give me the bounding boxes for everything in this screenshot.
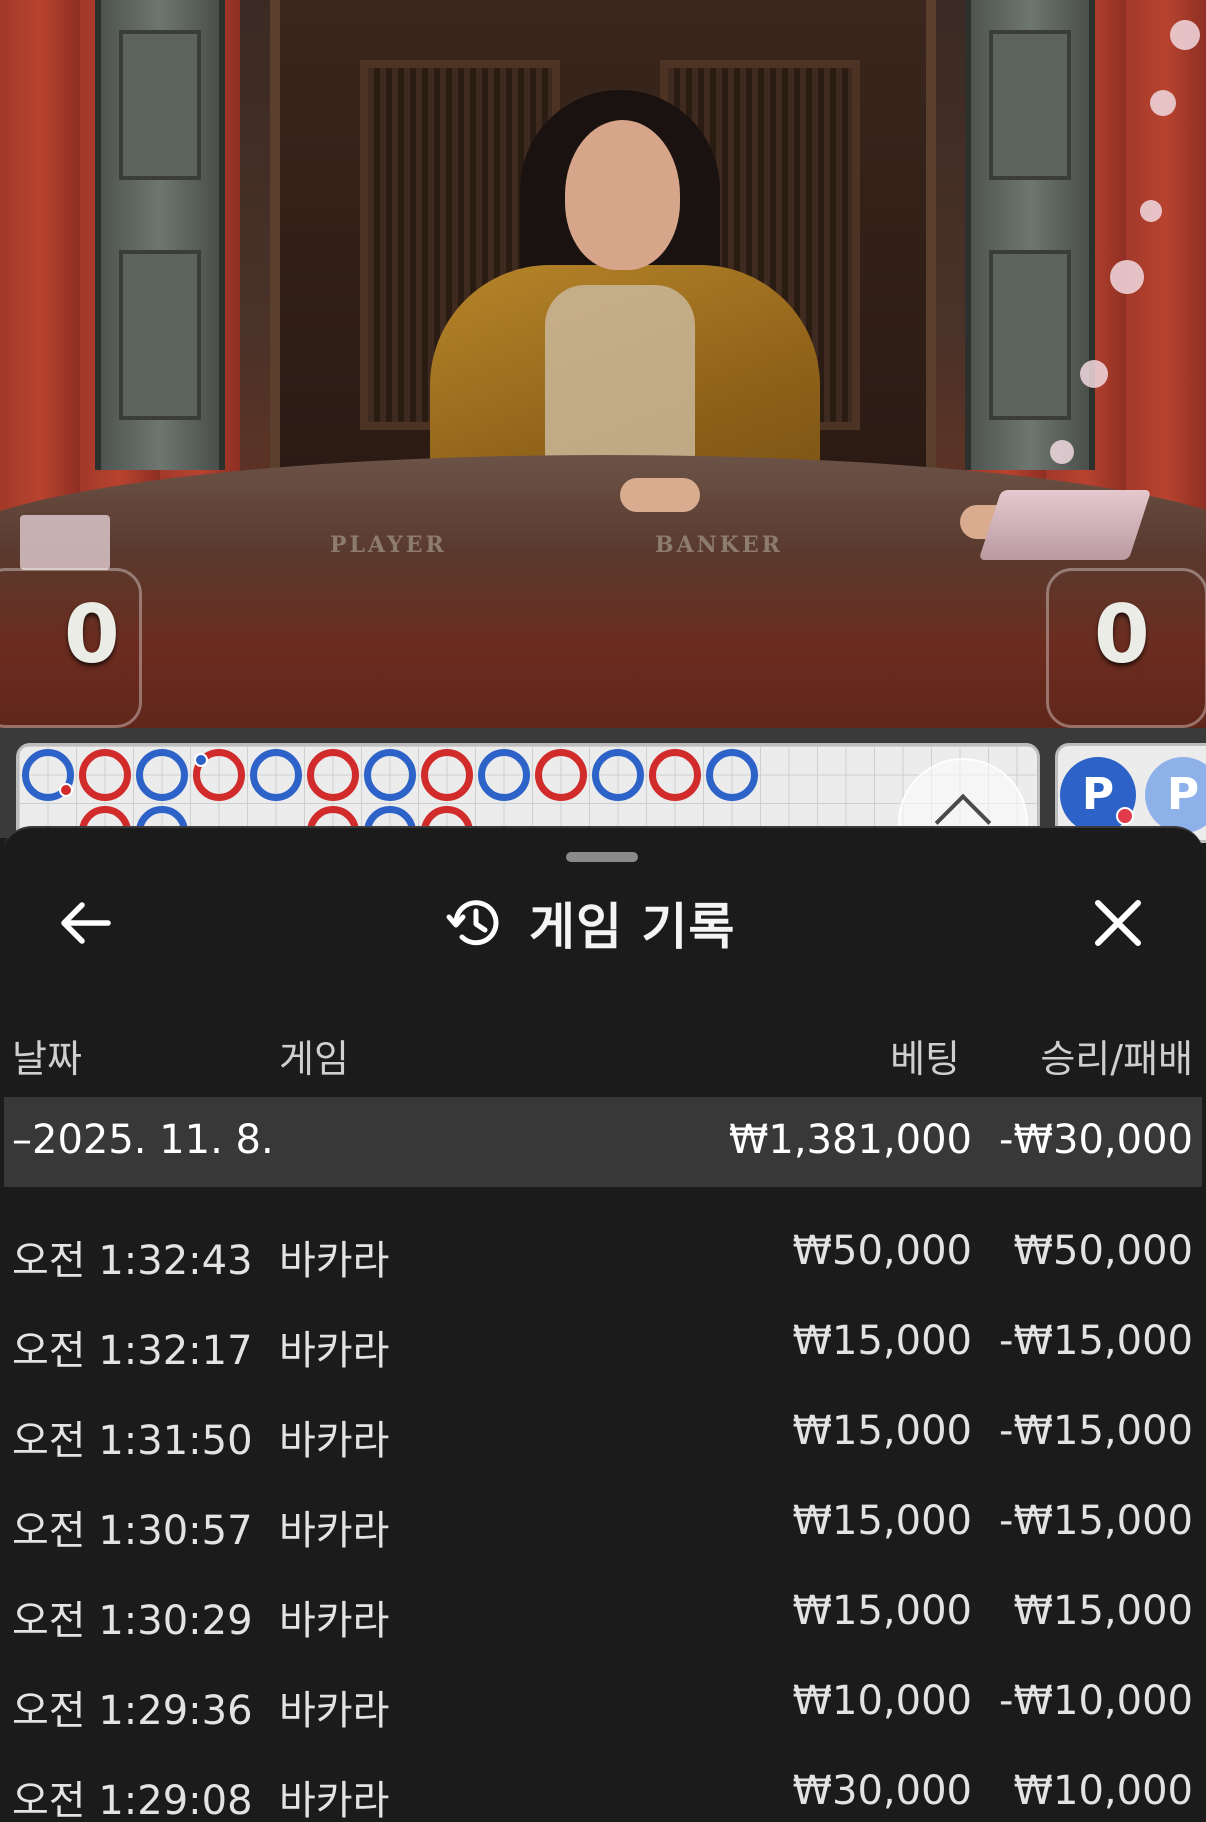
pair-dot — [59, 783, 73, 797]
table-row[interactable]: 오전 1:31:50 바카라 ₩15,000 -₩15,000 — [4, 1396, 1202, 1476]
row-bet: ₩15,000 — [792, 1588, 972, 1634]
sheet-header: 게임 기록 — [445, 888, 735, 958]
player-zone-label: PLAYER — [330, 532, 447, 558]
row-game: 바카라 — [279, 1778, 390, 1822]
row-bet: ₩10,000 — [792, 1678, 972, 1724]
row-game: 바카라 — [279, 1508, 390, 1554]
prediction-bead[interactable]: P — [1060, 757, 1136, 833]
table-row[interactable]: 오전 1:29:08 바카라 ₩30,000 ₩10,000 — [4, 1756, 1202, 1822]
player-bead — [307, 749, 359, 801]
table-row[interactable]: 오전 1:30:57 바카라 ₩15,000 -₩15,000 — [4, 1486, 1202, 1566]
banker-bead — [592, 749, 644, 801]
banker-bead — [250, 749, 302, 801]
prediction-dot — [1116, 807, 1134, 825]
row-bet: ₩15,000 — [792, 1498, 972, 1544]
row-game: 바카라 — [279, 1238, 390, 1284]
row-result: -₩10,000 — [999, 1678, 1193, 1724]
row-result: ₩10,000 — [1013, 1768, 1193, 1814]
banker-zone-label: BANKER — [655, 532, 783, 558]
player-bead — [649, 749, 701, 801]
banker-bead — [22, 749, 74, 801]
live-video: PLAYER BANKER 0 0 — [0, 0, 1206, 730]
row-time: 오전 1:31:50 — [12, 1418, 253, 1464]
row-bet: ₩15,000 — [792, 1408, 972, 1454]
banker-bead — [478, 749, 530, 801]
table-row[interactable]: 오전 1:32:43 바카라 ₩50,000 ₩50,000 — [4, 1216, 1202, 1296]
date-group-row[interactable]: –2025. 11. 8. ₩1,381,000 -₩30,000 — [4, 1097, 1202, 1187]
row-game: 바카라 — [279, 1418, 390, 1464]
row-result: -₩15,000 — [999, 1318, 1193, 1364]
row-time: 오전 1:30:57 — [12, 1508, 253, 1554]
table-row[interactable]: 오전 1:29:36 바카라 ₩10,000 -₩10,000 — [4, 1666, 1202, 1746]
group-date: –2025. 11. 8. — [12, 1117, 274, 1163]
row-time: 오전 1:32:17 — [12, 1328, 253, 1374]
history-icon — [446, 900, 499, 946]
banker-bead — [136, 749, 188, 801]
prediction-letter: P — [1081, 769, 1115, 820]
column-header-game: 게임 — [279, 1037, 349, 1081]
pillar-left — [95, 0, 225, 470]
row-bet: ₩15,000 — [792, 1318, 972, 1364]
row-game: 바카라 — [279, 1598, 390, 1644]
row-bet: ₩30,000 — [792, 1768, 972, 1814]
group-result-total: -₩30,000 — [999, 1117, 1193, 1163]
pillar-right — [965, 0, 1095, 470]
column-header-bet: 베팅 — [890, 1037, 960, 1081]
player-bead — [421, 749, 473, 801]
table-row[interactable]: 오전 1:32:17 바카라 ₩15,000 -₩15,000 — [4, 1306, 1202, 1386]
row-time: 오전 1:32:43 — [12, 1238, 253, 1284]
row-bet: ₩50,000 — [792, 1228, 972, 1274]
arrow-left-icon[interactable] — [56, 893, 116, 953]
banker-score: 0 — [1094, 588, 1150, 681]
row-time: 오전 1:29:36 — [12, 1688, 253, 1734]
sheet-drag-handle[interactable] — [566, 852, 638, 862]
page-title: 게임 기록 — [529, 898, 736, 956]
card-shoe — [978, 490, 1152, 560]
column-header-result: 승리/패배 — [1040, 1037, 1193, 1081]
row-time: 오전 1:30:29 — [12, 1598, 253, 1644]
row-result: -₩15,000 — [999, 1498, 1193, 1544]
row-game: 바카라 — [279, 1328, 390, 1374]
group-bet-total: ₩1,381,000 — [728, 1117, 972, 1163]
table-row[interactable]: 오전 1:30:29 바카라 ₩15,000 ₩15,000 — [4, 1576, 1202, 1656]
player-bead — [535, 749, 587, 801]
banker-bead — [706, 749, 758, 801]
row-game: 바카라 — [279, 1688, 390, 1734]
discard-box — [20, 515, 110, 570]
column-header-date: 날짜 — [12, 1037, 82, 1081]
row-result: ₩15,000 — [1013, 1588, 1193, 1634]
player-bead — [193, 749, 245, 801]
player-score: 0 — [64, 588, 120, 681]
row-result: ₩50,000 — [1013, 1228, 1193, 1274]
row-result: -₩15,000 — [999, 1408, 1193, 1454]
pair-dot — [194, 753, 208, 767]
close-icon[interactable] — [1088, 893, 1148, 953]
banker-bead — [364, 749, 416, 801]
player-bead — [79, 749, 131, 801]
row-time: 오전 1:29:08 — [12, 1778, 253, 1822]
prediction-letter-secondary: P — [1166, 769, 1200, 820]
